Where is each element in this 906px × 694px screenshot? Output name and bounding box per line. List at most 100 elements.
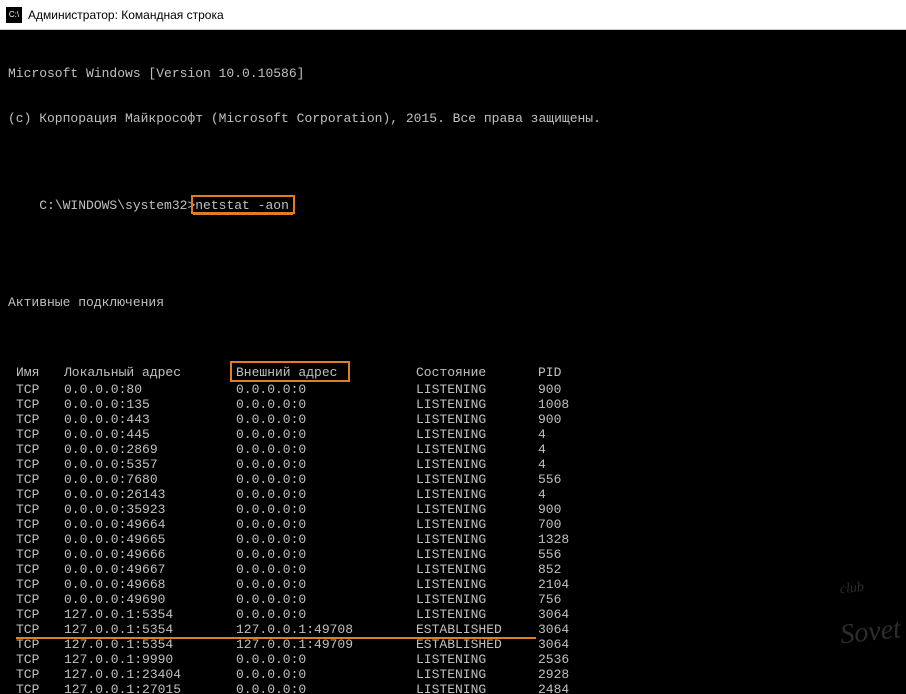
cell-proto: TCP — [8, 412, 64, 427]
window-titlebar[interactable]: C:\ Администратор: Командная строка — [0, 0, 906, 30]
cell-state: LISTENING — [416, 532, 538, 547]
cell-state: LISTENING — [416, 547, 538, 562]
table-row: TCP0.0.0.0:496900.0.0.0:0LISTENING756 — [8, 592, 898, 607]
table-row: TCP0.0.0.0:28690.0.0.0:0LISTENING4 — [8, 442, 898, 457]
cell-proto: TCP — [8, 517, 64, 532]
banner-line-1: Microsoft Windows [Version 10.0.10586] — [8, 66, 898, 81]
cell-local: 127.0.0.1:9990 — [64, 652, 236, 667]
cell-proto: TCP — [8, 607, 64, 622]
cell-pid: 1328 — [538, 532, 608, 547]
cell-state: LISTENING — [416, 412, 538, 427]
cell-state: LISTENING — [416, 472, 538, 487]
cell-proto: TCP — [8, 472, 64, 487]
cell-foreign: 0.0.0.0:0 — [236, 682, 416, 694]
cell-state: LISTENING — [416, 457, 538, 472]
table-row: TCP0.0.0.0:4450.0.0.0:0LISTENING4 — [8, 427, 898, 442]
cell-state: LISTENING — [416, 517, 538, 532]
cell-state: LISTENING — [416, 607, 538, 622]
cell-foreign: 0.0.0.0:0 — [236, 502, 416, 517]
table-row: TCP0.0.0.0:496650.0.0.0:0LISTENING1328 — [8, 532, 898, 547]
cell-pid: 2928 — [538, 667, 608, 682]
cell-pid: 4 — [538, 487, 608, 502]
cell-foreign: 0.0.0.0:0 — [236, 382, 416, 397]
col-header-foreign: Внешний адрес — [236, 365, 416, 380]
cmd-icon: C:\ — [6, 7, 22, 23]
cell-foreign: 0.0.0.0:0 — [236, 442, 416, 457]
cell-foreign: 127.0.0.1:49709 — [236, 637, 416, 652]
cell-pid: 900 — [538, 502, 608, 517]
cell-state: LISTENING — [416, 442, 538, 457]
cell-proto: TCP — [8, 547, 64, 562]
cell-pid: 1008 — [538, 397, 608, 412]
cell-local: 127.0.0.1:23404 — [64, 667, 236, 682]
cell-proto: TCP — [8, 622, 64, 637]
table-row: TCP0.0.0.0:4430.0.0.0:0LISTENING900 — [8, 412, 898, 427]
cell-foreign: 0.0.0.0:0 — [236, 397, 416, 412]
cell-proto: TCP — [8, 457, 64, 472]
cell-state: LISTENING — [416, 562, 538, 577]
cell-pid: 4 — [538, 442, 608, 457]
table-row: TCP127.0.0.1:53540.0.0.0:0LISTENING3064 — [8, 607, 898, 622]
banner-line-2: (с) Корпорация Майкрософт (Microsoft Cor… — [8, 111, 898, 126]
cell-state: LISTENING — [416, 652, 538, 667]
cell-foreign: 0.0.0.0:0 — [236, 592, 416, 607]
table-row: TCP127.0.0.1:270150.0.0.0:0LISTENING2484 — [8, 682, 898, 694]
table-row: TCP0.0.0.0:496640.0.0.0:0LISTENING700 — [8, 517, 898, 532]
cell-foreign: 0.0.0.0:0 — [236, 547, 416, 562]
cell-pid: 852 — [538, 562, 608, 577]
cell-foreign: 0.0.0.0:0 — [236, 667, 416, 682]
cell-state: LISTENING — [416, 382, 538, 397]
cell-proto: TCP — [8, 682, 64, 694]
cell-local: 0.0.0.0:49668 — [64, 577, 236, 592]
cell-proto: TCP — [8, 562, 64, 577]
cell-proto: TCP — [8, 382, 64, 397]
cell-pid: 900 — [538, 412, 608, 427]
cell-local: 0.0.0.0:26143 — [64, 487, 236, 502]
cell-local: 127.0.0.1:5354 — [64, 637, 236, 652]
cell-pid: 900 — [538, 382, 608, 397]
cell-local: 127.0.0.1:5354 — [64, 622, 236, 637]
cell-state: LISTENING — [416, 502, 538, 517]
cell-pid: 4 — [538, 457, 608, 472]
table-row: TCP0.0.0.0:76800.0.0.0:0LISTENING556 — [8, 472, 898, 487]
table-row: TCP0.0.0.0:359230.0.0.0:0LISTENING900 — [8, 502, 898, 517]
console-area[interactable]: Microsoft Windows [Version 10.0.10586] (… — [0, 30, 906, 694]
cell-proto: TCP — [8, 637, 64, 652]
cell-foreign: 0.0.0.0:0 — [236, 652, 416, 667]
cell-foreign: 0.0.0.0:0 — [236, 487, 416, 502]
cell-pid: 556 — [538, 472, 608, 487]
col-header-pid: PID — [538, 365, 608, 380]
cell-state: LISTENING — [416, 592, 538, 607]
cell-local: 0.0.0.0:2869 — [64, 442, 236, 457]
cell-local: 127.0.0.1:27015 — [64, 682, 236, 694]
cell-pid: 3064 — [538, 637, 608, 652]
cell-local: 0.0.0.0:35923 — [64, 502, 236, 517]
cell-local: 0.0.0.0:49664 — [64, 517, 236, 532]
table-row: TCP0.0.0.0:496660.0.0.0:0LISTENING556 — [8, 547, 898, 562]
cell-pid: 2536 — [538, 652, 608, 667]
cell-foreign: 0.0.0.0:0 — [236, 457, 416, 472]
col-header-local: Локальный адрес — [64, 365, 236, 380]
prompt-command: netstat -aon — [195, 198, 289, 213]
cell-foreign: 0.0.0.0:0 — [236, 427, 416, 442]
cell-pid: 4 — [538, 427, 608, 442]
cell-foreign: 0.0.0.0:0 — [236, 607, 416, 622]
cell-proto: TCP — [8, 652, 64, 667]
cell-local: 0.0.0.0:5357 — [64, 457, 236, 472]
table-row: TCP0.0.0.0:261430.0.0.0:0LISTENING4 — [8, 487, 898, 502]
cell-foreign: 127.0.0.1:49708 — [236, 622, 416, 637]
cell-proto: TCP — [8, 502, 64, 517]
cell-foreign: 0.0.0.0:0 — [236, 577, 416, 592]
cell-proto: TCP — [8, 592, 64, 607]
table-row: TCP127.0.0.1:5354127.0.0.1:49708ESTABLIS… — [8, 622, 898, 637]
table-row: TCP127.0.0.1:99900.0.0.0:0LISTENING2536 — [8, 652, 898, 667]
cell-local: 0.0.0.0:7680 — [64, 472, 236, 487]
cell-pid: 2484 — [538, 682, 608, 694]
cell-proto: TCP — [8, 667, 64, 682]
table-row: TCP0.0.0.0:800.0.0.0:0LISTENING900 — [8, 382, 898, 397]
cell-pid: 556 — [538, 547, 608, 562]
command-highlight-underline — [193, 213, 293, 215]
cell-state: ESTABLISHED — [416, 637, 538, 652]
cell-state: LISTENING — [416, 667, 538, 682]
table-header-row: ИмяЛокальный адресВнешний адресСостояние… — [8, 365, 898, 380]
